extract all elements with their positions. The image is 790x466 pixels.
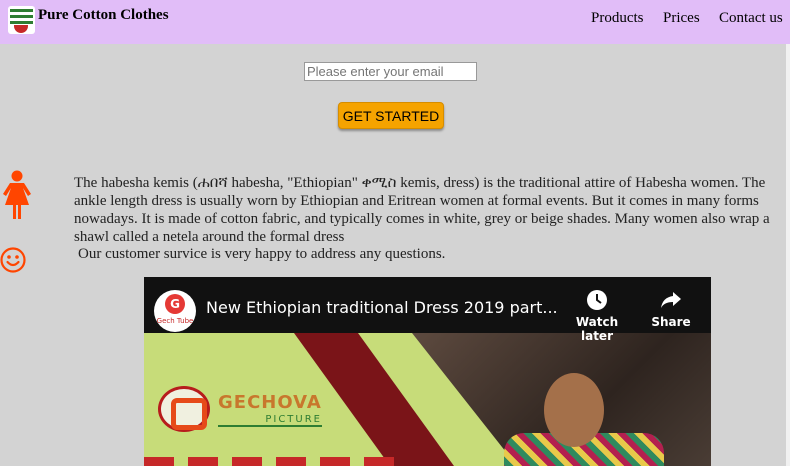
share-icon <box>661 292 681 308</box>
nav-prices-link[interactable]: Prices <box>663 10 700 27</box>
watch-later-button[interactable]: Watch later <box>558 289 636 343</box>
service-note: Our customer survice is very happy to ad… <box>78 246 446 262</box>
video-title[interactable]: New Ethiopian traditional Dress 2019 par… <box>206 298 558 317</box>
woman-icon <box>3 170 31 219</box>
thumb-brand: GECHOVA <box>218 392 322 413</box>
navbar: Pure Cotton Clothes Products Prices Cont… <box>0 0 790 44</box>
scrollbar[interactable] <box>786 44 790 466</box>
email-input[interactable] <box>304 62 477 81</box>
gechova-logo <box>158 386 210 432</box>
share-button[interactable]: Share <box>648 289 694 329</box>
video-title-bar: G Gech Tube New Ethiopian traditional Dr… <box>144 277 711 343</box>
description-text: The habesha kemis (ሐበሻ habesha, "Ethiopi… <box>74 175 770 245</box>
channel-avatar[interactable]: G Gech Tube <box>154 290 196 332</box>
video-thumbnail[interactable]: GECHOVA PICTURE <box>144 333 711 466</box>
get-started-button[interactable]: GET STARTED <box>338 102 444 129</box>
nav-contact-link[interactable]: Contact us <box>719 10 783 27</box>
brand-logo[interactable] <box>8 6 35 34</box>
embedded-video[interactable]: GECHOVA PICTURE G Gech Tube New Ethiopia… <box>144 277 711 466</box>
nav-products-link[interactable]: Products <box>591 10 644 27</box>
clock-icon <box>587 290 607 310</box>
brand-name[interactable]: Pure Cotton Clothes <box>38 7 169 24</box>
thumb-sub: PICTURE <box>218 414 322 427</box>
smile-icon <box>0 247 26 273</box>
